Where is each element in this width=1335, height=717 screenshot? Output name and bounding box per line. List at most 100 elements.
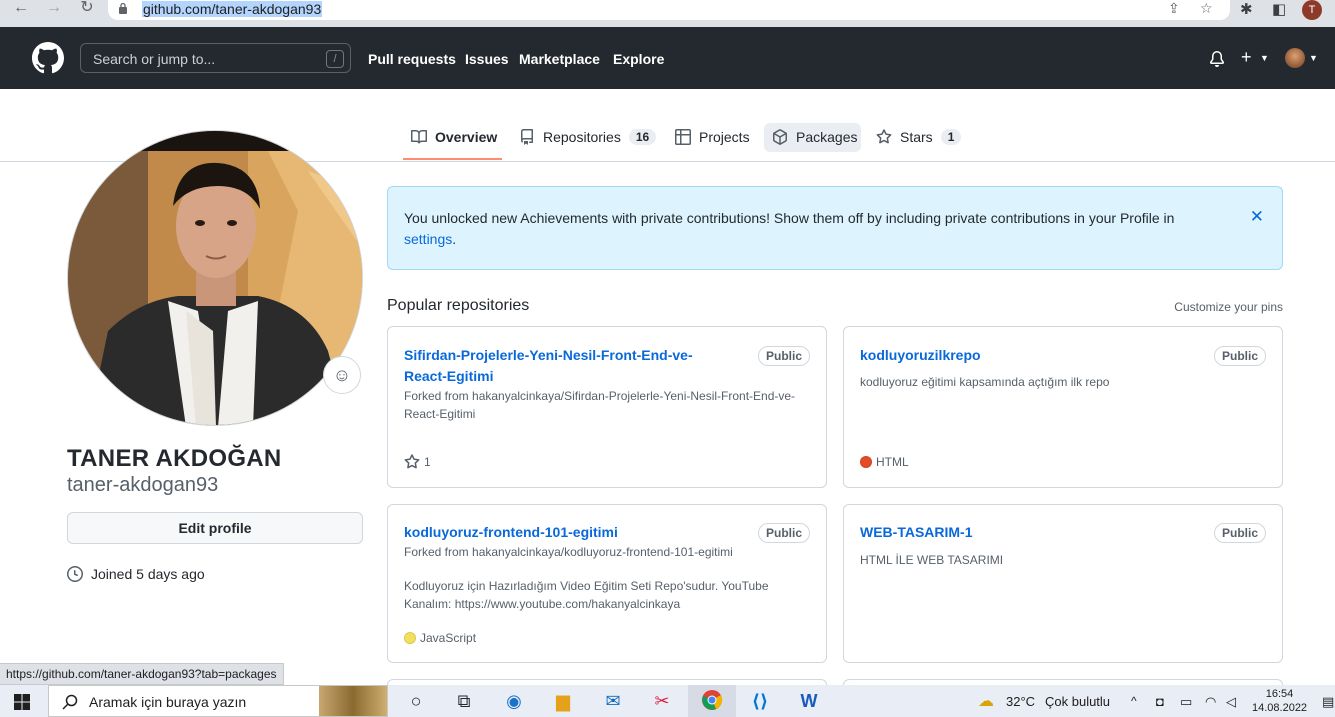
repo-description: Kodluyoruz için Hazırladığım Video Eğiti…: [404, 579, 769, 611]
tab-overview[interactable]: Overview: [411, 123, 497, 151]
tab-projects[interactable]: Projects: [675, 123, 750, 151]
search-icon: [62, 694, 78, 710]
book-icon: [411, 129, 427, 144]
star-icon: [404, 454, 420, 469]
repo-icon: [521, 129, 533, 145]
tab-label: Stars: [900, 129, 933, 145]
chevron-down-icon[interactable]: ▼: [1309, 53, 1318, 63]
forward-icon[interactable]: →: [43, 0, 65, 18]
chevron-down-icon[interactable]: ▼: [1260, 53, 1269, 63]
vscode-icon[interactable]: ⟨⟩: [747, 689, 773, 713]
profile-avatar[interactable]: [67, 130, 363, 426]
repo-description: HTML İLE WEB TASARIMI: [860, 553, 1004, 567]
edge-icon[interactable]: ◉: [501, 689, 527, 713]
bookmark-star-icon[interactable]: ☆: [1200, 0, 1213, 17]
user-avatar[interactable]: [1285, 48, 1305, 68]
nav-marketplace[interactable]: Marketplace: [519, 51, 600, 67]
cortana-icon[interactable]: ○: [403, 689, 429, 713]
browser-profile-avatar[interactable]: T: [1302, 0, 1322, 20]
tab-label: Packages: [796, 129, 858, 145]
browser-toolbar: ← → ↻ github.com/taner-akdogan93 ⇪ ☆ ✱ ◧…: [0, 0, 1335, 27]
windows-start-icon[interactable]: [14, 694, 30, 710]
side-panel-icon[interactable]: ◧: [1272, 0, 1286, 18]
file-explorer-icon[interactable]: ▆: [550, 689, 576, 713]
close-icon[interactable]: ✕: [1250, 207, 1264, 227]
clock-icon: [67, 566, 83, 582]
weather-icon[interactable]: ☁: [978, 691, 994, 711]
repo-language: HTML: [860, 455, 909, 469]
word-icon[interactable]: W: [796, 689, 822, 713]
tab-repositories[interactable]: Repositories 16: [519, 123, 657, 151]
taskbar-search-input[interactable]: Aramak için buraya yazın: [48, 685, 388, 717]
star-icon: [876, 129, 892, 144]
flash-text: You unlocked new Achievements with priva…: [404, 210, 1175, 226]
flash-period: .: [452, 231, 457, 247]
customize-pins-link[interactable]: Customize your pins: [1174, 300, 1283, 314]
taskbar-search-placeholder: Aramak için buraya yazın: [89, 694, 247, 710]
nav-pull-requests[interactable]: Pull requests: [368, 51, 456, 67]
table-icon: [675, 129, 691, 145]
show-hidden-icons-icon[interactable]: ^: [1131, 694, 1137, 708]
repo-forked-from: Forked from hakanyalcinkaya/Sifirdan-Pro…: [404, 389, 796, 421]
visibility-badge: Public: [1213, 523, 1266, 543]
nav-issues[interactable]: Issues: [465, 51, 509, 67]
search-input[interactable]: Search or jump to... /: [80, 43, 351, 73]
repo-language: JavaScript: [404, 631, 476, 645]
repo-stars[interactable]: 1: [404, 454, 431, 470]
windows-taskbar: Aramak için buraya yazın ○ ⧉ ◉ ▆ ✉ ✂ ⟨⟩ …: [0, 685, 1335, 717]
repo-name-link[interactable]: WEB-TASARIM-1: [860, 522, 1190, 543]
repo-name-link[interactable]: kodluyoruzilkrepo: [860, 345, 1190, 366]
address-bar[interactable]: github.com/taner-akdogan93 ⇪ ☆: [108, 0, 1230, 20]
tab-label: Projects: [699, 129, 750, 145]
url-text[interactable]: github.com/taner-akdogan93: [142, 1, 323, 17]
visibility-badge: Public: [757, 346, 810, 366]
notifications-icon[interactable]: ▤: [1322, 694, 1334, 710]
language-color-dot: [404, 632, 416, 644]
nav-explore[interactable]: Explore: [613, 51, 664, 67]
joined-info: Joined 5 days ago: [67, 566, 205, 582]
repo-card: kodluyoruzilkrepo Public kodluyoruz eğit…: [843, 326, 1283, 488]
share-icon[interactable]: ⇪: [1168, 0, 1180, 17]
temperature[interactable]: 32°C: [1006, 694, 1035, 709]
package-icon: [773, 129, 787, 145]
profile-full-name: TANER AKDOĞAN: [67, 445, 282, 472]
create-new-plus-icon[interactable]: +: [1241, 47, 1252, 68]
volume-icon[interactable]: ◁: [1226, 694, 1236, 710]
mail-icon[interactable]: ✉: [600, 689, 626, 713]
clock-date: 14.08.2022: [1252, 702, 1308, 714]
achievements-flash-banner: You unlocked new Achievements with priva…: [387, 186, 1283, 270]
search-shortcut-key: /: [326, 50, 344, 68]
repo-name-link[interactable]: kodluyoruz-frontend-101-egitimi: [404, 522, 734, 543]
reload-icon[interactable]: ↻: [76, 0, 98, 18]
tab-packages[interactable]: Packages: [772, 123, 857, 151]
wifi-icon[interactable]: ◠: [1205, 694, 1216, 710]
edit-profile-button[interactable]: Edit profile: [67, 512, 363, 544]
tab-label: Repositories: [543, 129, 621, 145]
repo-description: kodluyoruz eğitimi kapsamında açtığım il…: [860, 375, 1110, 389]
tab-stars[interactable]: Stars 1: [876, 123, 962, 151]
repo-card: Sifirdan-Projelerle-Yeni-Nesil-Front-End…: [387, 326, 827, 488]
set-status-smiley-icon[interactable]: ☺: [323, 356, 361, 394]
repo-name-link[interactable]: Sifirdan-Projelerle-Yeni-Nesil-Front-End…: [404, 345, 734, 387]
system-clock[interactable]: 16:54 14.08.2022: [1252, 687, 1307, 715]
github-logo-icon[interactable]: [32, 42, 64, 74]
extensions-icon[interactable]: ✱: [1240, 0, 1253, 18]
meet-now-icon[interactable]: ◘: [1156, 694, 1164, 709]
lock-icon: [119, 2, 127, 14]
notification-bell-icon[interactable]: [1209, 51, 1225, 67]
battery-icon[interactable]: ▭: [1180, 694, 1192, 710]
selected-tab-underline: [403, 158, 502, 160]
profile-username: taner-akdogan93: [67, 474, 219, 496]
github-header: Search or jump to... / Pull requests Iss…: [0, 27, 1335, 89]
repositories-count-badge: 16: [628, 129, 657, 145]
stars-count-badge: 1: [940, 129, 962, 145]
chrome-icon[interactable]: [699, 689, 725, 713]
snipping-tool-icon[interactable]: ✂: [649, 689, 675, 713]
weather-text[interactable]: Çok bulutlu: [1045, 694, 1110, 709]
settings-link[interactable]: settings: [404, 231, 452, 247]
repo-card: WEB-TASARIM-1 Public HTML İLE WEB TASARI…: [843, 504, 1283, 663]
joined-text: Joined 5 days ago: [91, 566, 205, 582]
back-icon[interactable]: ←: [10, 0, 32, 18]
link-status-url: https://github.com/taner-akdogan93?tab=p…: [0, 663, 284, 685]
task-view-icon[interactable]: ⧉: [451, 689, 477, 713]
